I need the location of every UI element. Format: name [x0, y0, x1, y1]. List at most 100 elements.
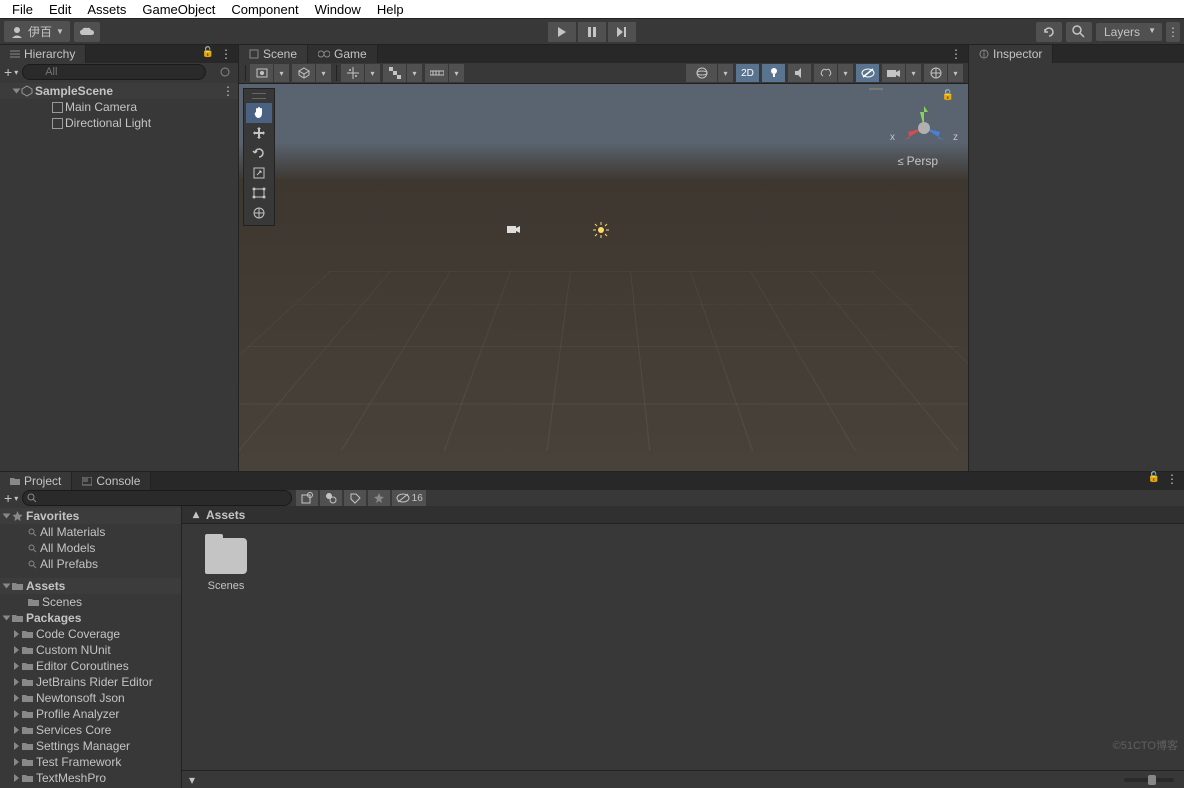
menu-file[interactable]: File [4, 2, 41, 17]
menu-window[interactable]: Window [307, 2, 369, 17]
pkg-item[interactable]: Profile Analyzer [0, 706, 181, 722]
pkg-item[interactable]: TextMeshPro [0, 770, 181, 786]
foldout-icon[interactable] [14, 662, 19, 670]
scene-item[interactable]: SampleScene ⋮ [0, 83, 238, 99]
foldout-icon[interactable] [3, 616, 11, 621]
foldout-icon[interactable] [14, 694, 19, 702]
foldout-icon[interactable] [3, 584, 11, 589]
project-search[interactable] [22, 490, 292, 506]
pkg-item[interactable]: Editor Coroutines [0, 658, 181, 674]
account-dropdown[interactable]: 伊百 ▼ [4, 21, 70, 42]
filter-icon[interactable] [220, 67, 230, 77]
hierarchy-item-light[interactable]: Directional Light [0, 115, 238, 131]
thumbnail-size-slider[interactable] [1124, 778, 1174, 782]
view-dropdown[interactable]: ▾ [718, 64, 734, 82]
scene-menu-icon[interactable]: ⋮ [950, 47, 962, 61]
transform-tool[interactable] [246, 203, 272, 223]
project-create-dropdown[interactable]: +▾ [4, 490, 18, 506]
draw-mode-button[interactable] [292, 64, 316, 82]
increment-dropdown[interactable]: ▾ [449, 64, 465, 82]
menu-help[interactable]: Help [369, 2, 412, 17]
fav-materials[interactable]: All Materials [0, 524, 181, 540]
2d-toggle[interactable]: 2D [736, 64, 760, 82]
favorites-header[interactable]: Favorites [0, 508, 181, 524]
pause-button[interactable] [578, 22, 606, 42]
save-search[interactable] [344, 490, 366, 506]
lock-icon[interactable]: 🔓 [202, 47, 214, 61]
scene-menu-icon[interactable]: ⋮ [222, 84, 234, 98]
pkg-item[interactable]: Code Coverage [0, 626, 181, 642]
foldout-icon[interactable] [14, 742, 19, 750]
inspector-tab[interactable]: Inspector [969, 45, 1053, 63]
menu-assets[interactable]: Assets [79, 2, 134, 17]
overlay-handle[interactable] [869, 88, 883, 90]
hierarchy-item-camera[interactable]: Main Camera [0, 99, 238, 115]
camera-dropdown[interactable]: ▾ [906, 64, 922, 82]
pkg-item[interactable]: Test Framework [0, 754, 181, 770]
fav-prefabs[interactable]: All Prefabs [0, 556, 181, 572]
scroll-down-icon[interactable]: ▾ [186, 774, 198, 786]
lighting-toggle[interactable] [762, 64, 786, 82]
lock-icon[interactable]: 🔓 [942, 90, 954, 101]
menu-component[interactable]: Component [223, 2, 306, 17]
scroll-up-icon[interactable]: ▴ [190, 508, 202, 520]
hidden-toggle[interactable]: 16 [392, 490, 426, 506]
visibility-toggle[interactable] [856, 64, 880, 82]
gizmos-dropdown[interactable]: ▾ [948, 64, 964, 82]
fx-toggle[interactable] [814, 64, 838, 82]
foldout-icon[interactable] [14, 774, 19, 782]
create-dropdown[interactable]: +▾ [4, 64, 18, 80]
hierarchy-search[interactable] [22, 64, 206, 80]
scene-viewport[interactable]: x z 🔓 ≤ Persp [239, 84, 968, 471]
draw-mode-dropdown[interactable]: ▾ [316, 64, 332, 82]
gizmos-toggle[interactable] [924, 64, 948, 82]
hierarchy-tab[interactable]: Hierarchy [0, 45, 86, 63]
project-menu-icon[interactable]: ⋮ [1166, 472, 1178, 490]
foldout-icon[interactable] [14, 646, 19, 654]
packages-header[interactable]: Packages [0, 610, 181, 626]
snap-dropdown[interactable]: ▾ [407, 64, 423, 82]
breadcrumb[interactable]: ▴ Assets [182, 506, 1184, 524]
scene-tab[interactable]: Scene [239, 45, 308, 63]
project-tab[interactable]: Project [0, 472, 72, 490]
snap-toggle[interactable] [383, 64, 407, 82]
view-options[interactable] [686, 64, 718, 82]
cloud-button[interactable] [74, 22, 100, 42]
undo-history-button[interactable] [1036, 22, 1062, 42]
fx-dropdown[interactable]: ▾ [838, 64, 854, 82]
lock-icon[interactable]: 🔓 [1148, 472, 1160, 490]
pkg-item[interactable]: Newtonsoft Json [0, 690, 181, 706]
increment-snap[interactable] [425, 64, 449, 82]
favorite-search[interactable] [368, 490, 390, 506]
foldout-icon[interactable] [14, 726, 19, 734]
search-button[interactable] [1066, 22, 1092, 42]
foldout-icon[interactable] [13, 89, 21, 94]
hand-tool[interactable] [246, 103, 272, 123]
foldout-icon[interactable] [3, 514, 11, 519]
pkg-item[interactable]: Settings Manager [0, 738, 181, 754]
shading-dropdown[interactable]: ▾ [274, 64, 290, 82]
pkg-item[interactable]: Services Core [0, 722, 181, 738]
foldout-icon[interactable] [14, 758, 19, 766]
pkg-item[interactable]: Custom NUnit [0, 642, 181, 658]
menu-edit[interactable]: Edit [41, 2, 79, 17]
fav-models[interactable]: All Models [0, 540, 181, 556]
rect-tool[interactable] [246, 183, 272, 203]
grid-dropdown[interactable]: ▾ [365, 64, 381, 82]
orientation-gizmo[interactable]: x z 🔓 [894, 98, 954, 158]
scale-tool[interactable] [246, 163, 272, 183]
shading-mode-button[interactable] [250, 64, 274, 82]
light-gizmo[interactable] [593, 222, 609, 238]
layers-dropdown[interactable]: Layers ▼ [1096, 23, 1162, 41]
audio-toggle[interactable] [788, 64, 812, 82]
asset-folder-scenes[interactable]: Scenes [196, 538, 256, 592]
asset-grid[interactable]: Scenes [182, 524, 1184, 770]
foldout-icon[interactable] [14, 630, 19, 638]
pkg-item[interactable]: JetBrains Rider Editor [0, 674, 181, 690]
play-button[interactable] [548, 22, 576, 42]
grid-toggle[interactable] [341, 64, 365, 82]
rotate-tool[interactable] [246, 143, 272, 163]
game-tab[interactable]: Game [308, 45, 378, 63]
menu-gameobject[interactable]: GameObject [134, 2, 223, 17]
move-tool[interactable] [246, 123, 272, 143]
